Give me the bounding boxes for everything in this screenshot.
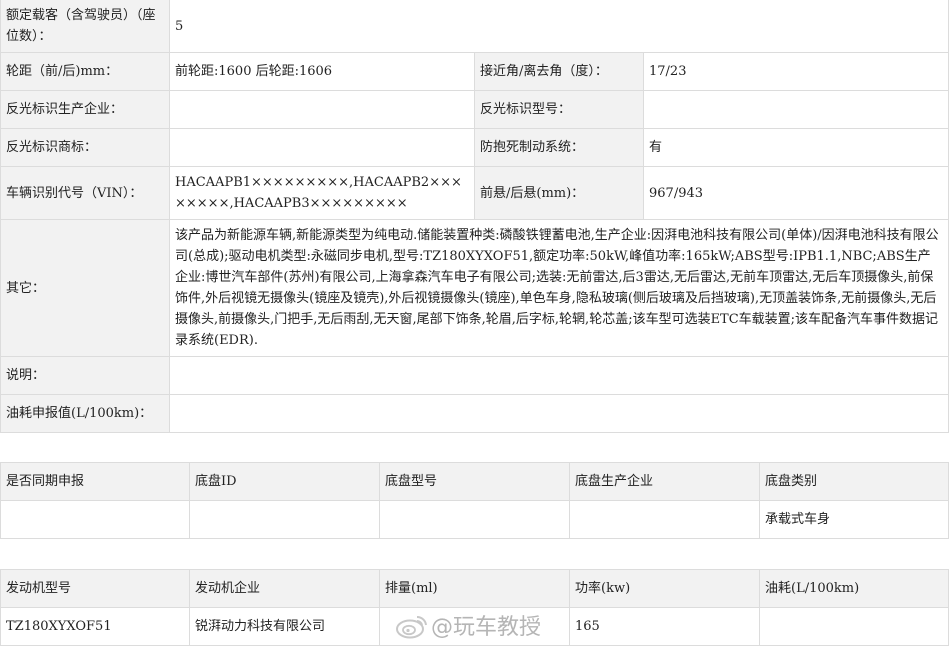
engine-header: 发动机企业 bbox=[189, 569, 380, 608]
chassis-cell bbox=[569, 500, 760, 539]
approach-angle-value: 17/23 bbox=[642, 52, 950, 91]
overhang-label: 前悬/后悬(mm)： bbox=[474, 166, 644, 220]
chassis-header: 底盘类别 bbox=[759, 462, 949, 501]
watermark-text: @玩车教授 bbox=[431, 615, 542, 640]
vin-value: HACAAPB1×××××××××,HACAAPB2××××××××,HACAA… bbox=[169, 166, 475, 220]
spec-row-seats: 额定载客（含驾驶员）（座位数）： 5 bbox=[0, 0, 950, 53]
reflector-model-label: 反光标识型号： bbox=[474, 90, 644, 129]
chassis-cell bbox=[0, 500, 190, 539]
chassis-header: 底盘生产企业 bbox=[569, 462, 760, 501]
chassis-header: 底盘ID bbox=[189, 462, 380, 501]
reflector-brand-value bbox=[169, 128, 475, 167]
fuel-value bbox=[168, 394, 950, 433]
wheelbase-label: 轮距（前/后)mm： bbox=[0, 52, 170, 91]
chassis-header-row: 是否同期申报 底盘ID 底盘型号 底盘生产企业 底盘类别 bbox=[0, 462, 949, 501]
engine-header-row: 发动机型号 发动机企业 排量(ml) 功率(kw) 油耗(L/100km) bbox=[0, 569, 949, 608]
watermark: @玩车教授 bbox=[395, 609, 541, 641]
chassis-cell bbox=[189, 500, 380, 539]
seats-label: 额定载客（含驾驶员）（座位数）： bbox=[0, 0, 170, 53]
vin-label: 车辆识别代号（VIN）： bbox=[0, 166, 170, 220]
engine-cell: TZ180XYXOF51 bbox=[0, 607, 190, 646]
spec-row-other: 其它： 该产品为新能源车辆,新能源类型为纯电动.储能装置种类:磷酸铁锂蓄电池,生… bbox=[0, 219, 950, 357]
chassis-data-row: 承载式车身 bbox=[0, 500, 949, 539]
engine-cell bbox=[759, 607, 949, 646]
reflector-brand-label: 反光标识商标： bbox=[0, 128, 170, 167]
spec-row-note: 说明： bbox=[0, 356, 950, 395]
spec-row-reflector-maker: 反光标识生产企业： 反光标识型号： bbox=[0, 90, 950, 129]
chassis-header: 底盘型号 bbox=[379, 462, 570, 501]
overhang-value: 967/943 bbox=[642, 166, 950, 220]
engine-header: 排量(ml) bbox=[379, 569, 570, 608]
seats-value: 5 bbox=[168, 0, 950, 53]
fuel-label: 油耗申报值(L/100km)： bbox=[0, 394, 170, 433]
spec-row-vin: 车辆识别代号（VIN）： HACAAPB1×××××××××,HACAAPB2×… bbox=[0, 166, 950, 220]
engine-cell: 锐湃动力科技有限公司 bbox=[189, 607, 380, 646]
abs-label: 防抱死制动系统： bbox=[474, 128, 644, 167]
other-value: 该产品为新能源车辆,新能源类型为纯电动.储能装置种类:磷酸铁锂蓄电池,生产企业:… bbox=[168, 219, 950, 357]
chassis-cell bbox=[379, 500, 570, 539]
engine-cell: 165 bbox=[569, 607, 760, 646]
spec-table: 额定载客（含驾驶员）（座位数）： 5 轮距（前/后)mm： 前轮距:1600 后… bbox=[0, 0, 950, 433]
note-label: 说明： bbox=[0, 356, 170, 395]
approach-angle-label: 接近角/离去角（度）： bbox=[474, 52, 644, 91]
wheelbase-value: 前轮距:1600 后轮距:1606 bbox=[169, 52, 475, 91]
spec-row-fuel: 油耗申报值(L/100km)： bbox=[0, 394, 950, 433]
reflector-model-value bbox=[642, 90, 950, 129]
other-label: 其它： bbox=[0, 219, 170, 357]
reflector-maker-value bbox=[169, 90, 475, 129]
engine-header: 功率(kw) bbox=[569, 569, 760, 608]
note-value bbox=[168, 356, 950, 395]
weibo-icon bbox=[396, 615, 427, 639]
spec-row-reflector-brand: 反光标识商标： 防抱死制动系统： 有 bbox=[0, 128, 950, 167]
spec-row-wheelbase: 轮距（前/后)mm： 前轮距:1600 后轮距:1606 接近角/离去角（度）：… bbox=[0, 52, 950, 91]
engine-header: 油耗(L/100km) bbox=[759, 569, 949, 608]
chassis-header: 是否同期申报 bbox=[0, 462, 190, 501]
reflector-maker-label: 反光标识生产企业： bbox=[0, 90, 170, 129]
chassis-cell: 承载式车身 bbox=[759, 500, 949, 539]
chassis-table: 是否同期申报 底盘ID 底盘型号 底盘生产企业 底盘类别 承载式车身 bbox=[0, 462, 949, 539]
abs-value: 有 bbox=[642, 128, 950, 167]
engine-header: 发动机型号 bbox=[0, 569, 190, 608]
